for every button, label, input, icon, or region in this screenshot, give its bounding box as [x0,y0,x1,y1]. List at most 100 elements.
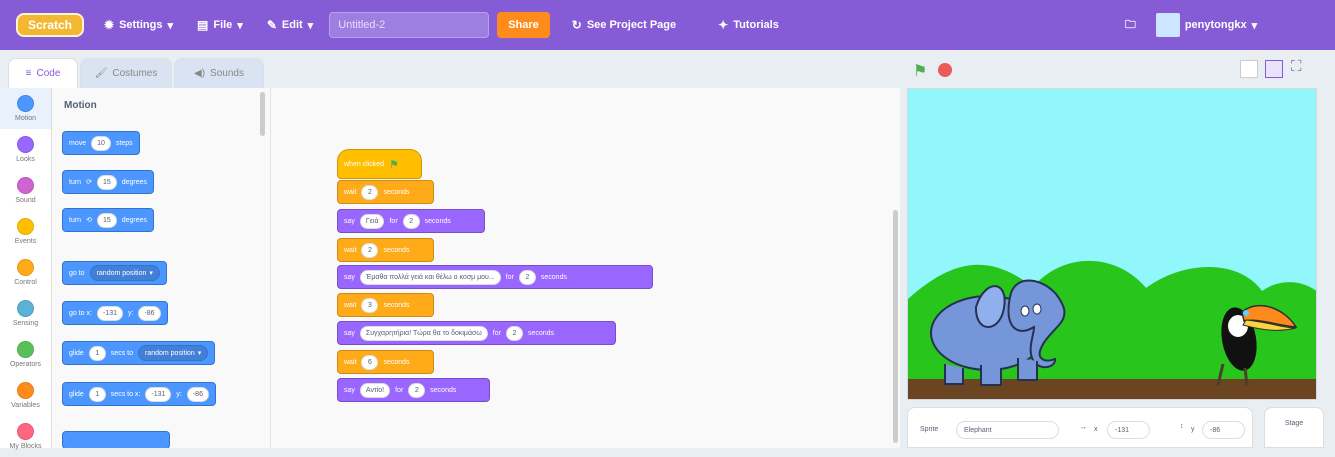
wait-block-2[interactable]: wait 2 seconds [337,238,434,262]
settings-label: Settings [119,19,163,31]
green-flag-icon: ⚑ [389,158,399,171]
wait-block-4[interactable]: wait 6 seconds [337,350,434,374]
code-icon: ≡ [25,68,32,79]
partial-block[interactable] [62,431,170,448]
go-to-xy-block[interactable]: go to x: -131 y: -86 [62,301,168,325]
scratch-logo[interactable]: Scratch [16,13,84,37]
glide-y-input[interactable]: -86 [186,386,209,402]
stage-canvas[interactable] [907,88,1317,400]
edit-icon: ✎ [266,18,277,32]
wait-block-3[interactable]: wait 3 seconds [337,293,434,317]
say-for-seconds-block-2[interactable]: say Έμαθα πολλά γειά και θέλω ο κοσμ μου.… [337,265,653,289]
small-stage-button[interactable] [1240,60,1258,78]
editor-tabs: ≡ Code 🖌 Costumes ◀) Sounds [0,50,270,88]
settings-menu[interactable]: ✹ Settings ▾ [104,18,173,32]
go-to-random-block[interactable]: go to random position ▾ [62,261,167,285]
script-area-scrollbar[interactable] [893,210,898,443]
chevron-down-icon: ▾ [167,19,173,32]
turn-left-block[interactable]: turn ⟲ 15 degrees [62,208,155,232]
y-label: y [1191,426,1195,433]
script-area[interactable]: when clicked ⚑ wait 2 seconds say Γειά for 2 se… [270,88,900,448]
glide-xy-block[interactable]: glide 1 secs to x: -131 y: -86 [62,382,216,406]
chevron-down-icon: ▾ [307,19,314,32]
tab-costumes[interactable]: 🖌 Costumes [80,58,172,88]
chevron-down-icon: ▾ [197,350,202,357]
glide-x-input[interactable]: -131 [145,386,172,402]
category-motion[interactable]: Motion [0,88,51,129]
palette-heading-motion: Motion [64,100,97,111]
edit-label: Edit [281,19,303,31]
x-label: x [1094,426,1098,433]
tab-sounds[interactable]: ◀) Sounds [174,58,264,88]
block-palette: Motion move 10 steps turn ⟳ 15 degrees turn ⟲ 1… [52,88,270,448]
sensing-category-icon [17,300,34,317]
glide-seconds-input[interactable]: 1 [88,386,106,402]
see-project-page-button[interactable]: ↻ See Project Page [572,18,676,32]
y-input[interactable]: -86 [138,305,161,321]
say-for-seconds-block-4[interactable]: say Αντίο! for 2 seconds [337,378,490,402]
sound-category-icon [17,177,34,194]
glide-target-dropdown[interactable]: random position ▾ [137,345,209,361]
speaker-icon: ◀) [194,68,206,79]
say-for-seconds-block-1[interactable]: say Γειά for 2 seconds [337,209,485,233]
say-for-seconds-block-3[interactable]: say Συγχαρητήρια! Τώρα θα το δοκιμάσω for 2… [337,321,616,345]
looks-category-icon [17,136,34,153]
chevron-down-icon: ▾ [149,270,153,277]
chevron-down-icon: ▾ [237,19,243,32]
stage-selector[interactable]: Stage [1264,407,1324,448]
stage-header: ⚑ ⛶ [900,50,1335,88]
share-button[interactable]: Share [497,12,550,38]
folder-button[interactable]: 🗀 [1125,16,1136,35]
degrees-input[interactable]: 15 [96,174,117,190]
events-category-icon [17,218,34,235]
tutorials-button[interactable]: ✦ Tutorials [718,18,779,32]
steps-input[interactable]: 10 [91,135,111,151]
edit-menu[interactable]: ✎ Edit ▾ [267,18,313,32]
sprite-name-input[interactable]: Elephant [956,421,1059,439]
lightbulb-icon: ✦ [718,18,729,32]
glide-seconds-input[interactable]: 1 [88,345,106,361]
rotate-right-icon: ⟳ [86,179,92,186]
x-position-input[interactable]: -131 [1107,421,1150,439]
project-title-input[interactable] [329,12,490,38]
green-flag-button[interactable]: ⚑ [913,61,927,81]
y-position-input[interactable]: -86 [1202,421,1245,439]
file-icon: ▤ [197,18,209,32]
y-position-icon: ↕ [1180,423,1184,430]
file-menu[interactable]: ▤ File ▾ [197,18,243,32]
wait-block-1[interactable]: wait 2 seconds [337,180,434,204]
sprite-info-panel: Sprite Elephant ↔ x -131 ↕ y -86 [907,407,1253,448]
stop-button[interactable] [938,63,952,77]
rotate-left-icon: ⟲ [86,217,92,224]
category-operators[interactable]: Operators [0,334,51,375]
turn-right-block[interactable]: turn ⟳ 15 degrees [62,170,155,194]
category-my-blocks[interactable]: My Blocks [0,416,51,457]
block-categories: Motion Looks Sound Events Control Sensin… [0,88,52,450]
category-control[interactable]: Control [0,252,51,293]
x-input[interactable]: -131 [96,305,123,321]
chevron-down-icon: ▾ [1251,19,1258,32]
large-stage-button[interactable] [1265,60,1283,78]
category-events[interactable]: Events [0,211,51,252]
category-variables[interactable]: Variables [0,375,51,416]
operators-category-icon [17,341,34,358]
move-steps-block[interactable]: move 10 steps [62,131,140,155]
username: penytongkx [1184,19,1247,31]
account-menu[interactable]: penytongkx ▾ [1155,13,1258,37]
category-sound[interactable]: Sound [0,170,51,211]
menu-bar: Scratch ✹ Settings ▾ ▤ File ▾ ✎ Edit ▾ Share ↻… [0,0,1335,50]
sprite-label: Sprite [920,426,939,433]
settings-icon: ✹ [104,18,115,32]
my-blocks-category-icon [17,423,34,440]
category-looks[interactable]: Looks [0,129,51,170]
motion-category-icon [17,95,34,112]
category-sensing[interactable]: Sensing [0,293,51,334]
target-dropdown[interactable]: random position ▾ [89,265,160,281]
tab-code[interactable]: ≡ Code [8,58,78,88]
palette-scrollbar[interactable] [260,92,265,136]
degrees-input[interactable]: 15 [96,212,117,228]
glide-random-block[interactable]: glide 1 secs to random position ▾ [62,341,216,365]
fullscreen-icon[interactable]: ⛶ [1291,58,1302,75]
stage-background [908,89,1316,399]
when-flag-clicked-block[interactable]: when clicked ⚑ [337,149,422,179]
